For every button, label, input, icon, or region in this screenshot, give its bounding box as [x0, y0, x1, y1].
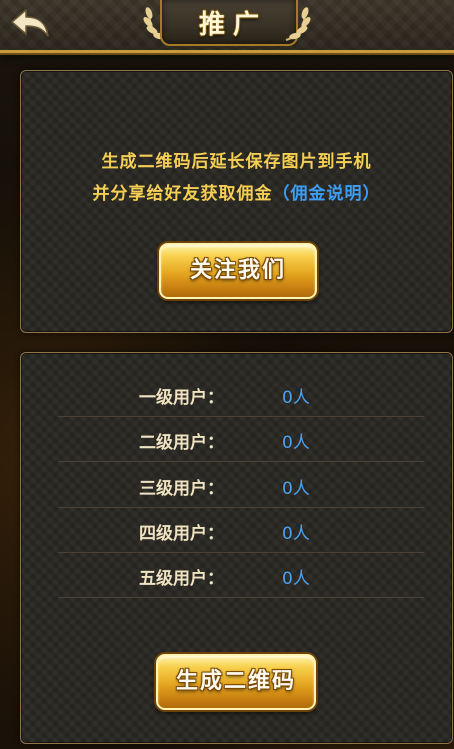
level-label: 一级用户： — [139, 388, 224, 408]
user-levels-panel: 一级用户： 0人 二级用户： 0人 三级用户： 0人 四级用户： 0人 五级用户… — [20, 352, 453, 744]
follow-us-button[interactable]: 关注我们 — [159, 243, 317, 299]
promo-panel: 生成二维码后延长保存图片到手机 并分享给好友获取佣金（佣金说明） 关注我们 — [20, 70, 453, 333]
level-label: 三级用户： — [139, 479, 224, 499]
level-label: 五级用户： — [139, 569, 224, 589]
back-arrow-icon[interactable] — [8, 6, 52, 42]
level-row-1: 一级用户： 0人 — [58, 371, 424, 417]
level-count: 0人 — [282, 433, 310, 453]
back-button[interactable] — [8, 6, 52, 42]
level-row-2: 二级用户： 0人 — [58, 416, 424, 462]
level-label: 二级用户： — [139, 433, 224, 453]
header-bar: 推广 — [0, 0, 454, 53]
level-count: 0人 — [282, 524, 310, 544]
level-count: 0人 — [282, 569, 310, 589]
generate-qr-label: 生成二维码 — [175, 669, 296, 694]
laurel-icon — [285, 7, 311, 41]
follow-us-label: 关注我们 — [189, 258, 286, 283]
level-row-4: 四级用户： 0人 — [58, 507, 424, 553]
generate-qr-button[interactable]: 生成二维码 — [156, 654, 316, 710]
level-row-3: 三级用户： 0人 — [58, 462, 424, 508]
level-row-5: 五级用户： 0人 — [58, 552, 424, 598]
page-title: 推广 — [198, 10, 267, 40]
promo-share-text: 并分享给好友获取佣金 — [92, 184, 273, 204]
promo-instruction-line: 生成二维码后延长保存图片到手机 — [101, 152, 372, 172]
level-count: 0人 — [282, 479, 310, 499]
level-count: 0人 — [282, 388, 310, 408]
level-label: 四级用户： — [139, 524, 224, 544]
commission-info-link[interactable]: （佣金说明） — [273, 184, 381, 204]
promo-share-line: 并分享给好友获取佣金（佣金说明） — [21, 179, 452, 204]
